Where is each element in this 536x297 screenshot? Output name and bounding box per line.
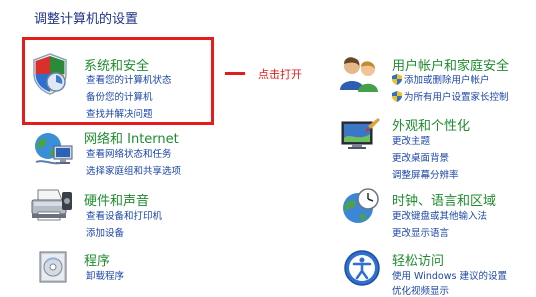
hardware-sound-title[interactable]: 硬件和声音 [84, 190, 149, 209]
link-use-recommended-settings[interactable]: 使用 Windows 建议的设置 [392, 268, 507, 282]
callout-text: 点击打开 [258, 68, 302, 81]
admin-shield-icon [392, 91, 402, 102]
appearance-monitor-icon[interactable] [338, 116, 382, 156]
ease-of-access-title[interactable]: 轻松访问 [392, 250, 444, 269]
link-view-network-status[interactable]: 查看网络状态和任务 [86, 146, 172, 160]
link-parental-controls-label: 为所有用户设置家长控制 [404, 92, 509, 103]
link-change-keyboard[interactable]: 更改键盘或其他输入法 [392, 208, 487, 222]
link-display-language[interactable]: 更改显示语言 [392, 225, 449, 239]
clock-globe-icon[interactable] [340, 186, 382, 228]
link-uninstall-program[interactable]: 卸载程序 [86, 268, 124, 282]
programs-title[interactable]: 程序 [84, 250, 110, 269]
ease-of-access-icon[interactable] [342, 248, 382, 288]
admin-shield-icon [392, 74, 402, 85]
link-homegroup-sharing[interactable]: 选择家庭组和共享选项 [86, 163, 181, 177]
page-heading: 调整计算机的设置 [34, 12, 139, 27]
link-optimize-display[interactable]: 优化视频显示 [392, 283, 449, 297]
link-devices-printers[interactable]: 查看设备和打印机 [86, 208, 162, 222]
link-change-theme[interactable]: 更改主题 [392, 133, 430, 147]
users-icon[interactable] [338, 54, 382, 94]
highlight-box [22, 37, 214, 125]
link-add-device[interactable]: 添加设备 [86, 225, 124, 239]
appearance-title[interactable]: 外观和个性化 [392, 115, 470, 134]
link-add-remove-users[interactable]: 添加或删除用户帐户 [392, 72, 490, 86]
link-screen-resolution[interactable]: 调整屏幕分辨率 [392, 167, 459, 181]
network-globe-icon[interactable] [32, 128, 76, 168]
callout-line [225, 72, 245, 75]
programs-box-icon[interactable] [34, 246, 72, 286]
network-internet-title[interactable]: 网络和 Internet [84, 128, 179, 147]
printer-icon[interactable] [28, 186, 74, 226]
link-parental-controls[interactable]: 为所有用户设置家长控制 [392, 89, 509, 103]
link-add-remove-users-label: 添加或删除用户帐户 [404, 75, 490, 86]
clock-language-region-title[interactable]: 时钟、语言和区域 [392, 190, 496, 209]
link-change-background[interactable]: 更改桌面背景 [392, 150, 449, 164]
